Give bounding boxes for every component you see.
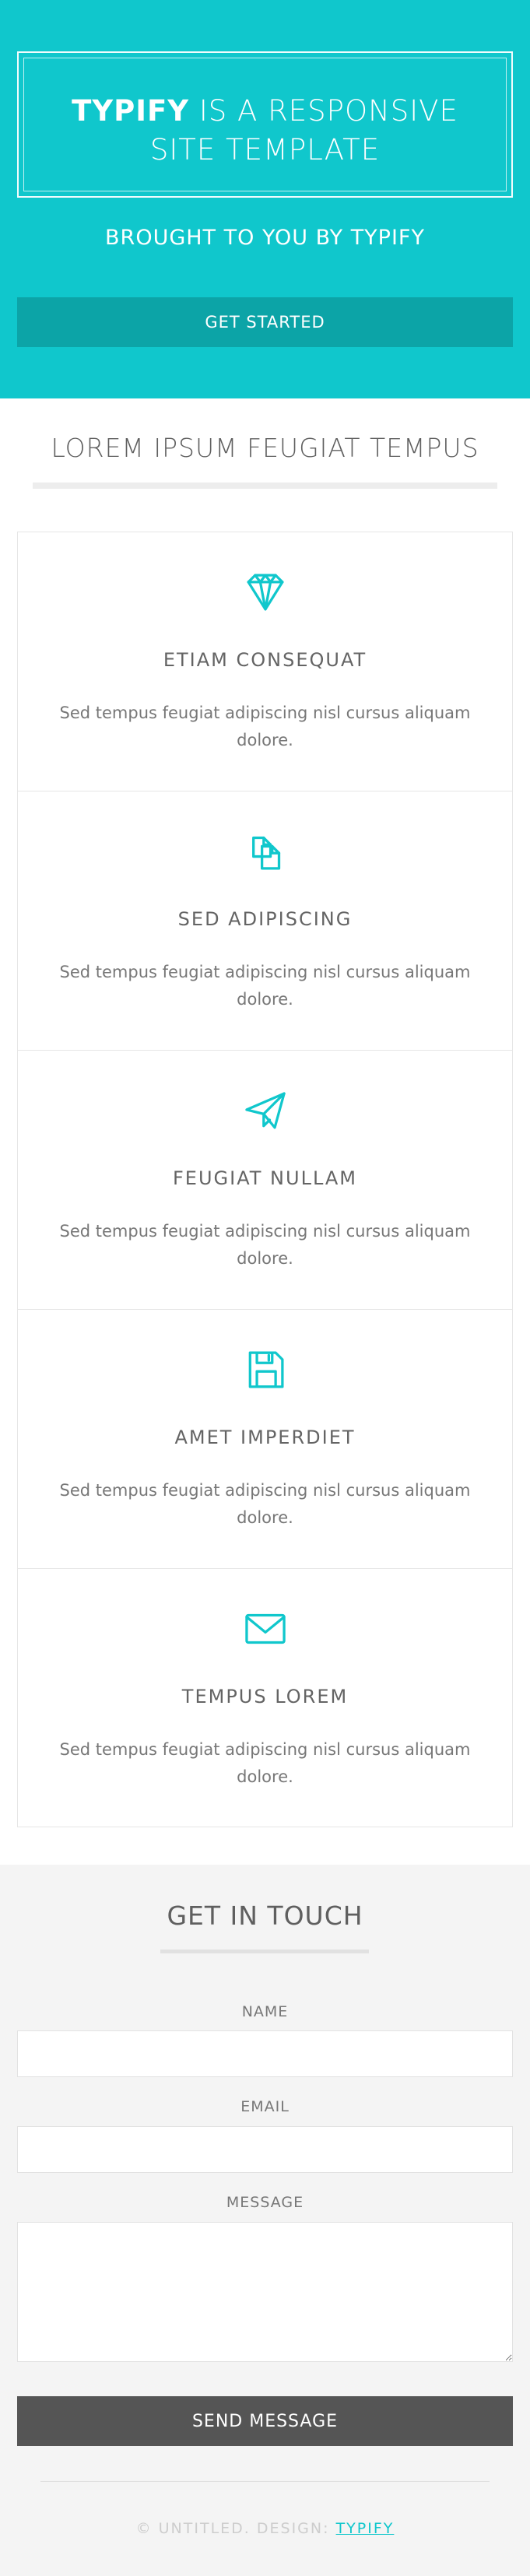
footer-divider — [40, 2481, 490, 2482]
feature-text: Sed tempus feugiat adipiscing nisl cursu… — [59, 1740, 471, 1786]
diamond-icon — [246, 574, 284, 611]
email-field[interactable] — [17, 2126, 513, 2173]
name-label: NAME — [241, 2003, 289, 2020]
feature-title: FEUGIAT NULLAM — [173, 1167, 357, 1189]
section-title: LOREM IPSUM FEUGIAT TEMPUS — [51, 433, 479, 463]
hero-title: TYPIFY IS A RESPONSIVE SITE TEMPLATE — [19, 92, 511, 170]
contact-underline — [160, 1950, 369, 1953]
hero-frame: TYPIFY IS A RESPONSIVE SITE TEMPLATE — [17, 51, 513, 198]
feature-title: SED ADIPISCING — [177, 908, 353, 930]
feature-card: ETIAM CONSEQUAT Sed tempus feugiat adipi… — [18, 532, 512, 791]
feature-title: AMET IMPERDIET — [174, 1427, 356, 1448]
hero-brand: TYPIFY — [72, 94, 190, 128]
message-label: MESSAGE — [226, 2194, 304, 2211]
feature-title: TEMPUS LOREM — [181, 1686, 349, 1707]
footer-text: © UNTITLED. DESIGN: — [135, 2520, 336, 2537]
copy-icon — [251, 836, 280, 870]
paper-plane-icon — [244, 1092, 286, 1129]
footer: © UNTITLED. DESIGN: TYPIFY — [0, 2520, 530, 2537]
feature-card: SED ADIPISCING Sed tempus feugiat adipis… — [18, 791, 512, 1051]
hero-title-rest: IS A RESPONSIVE — [198, 94, 458, 128]
name-field[interactable] — [17, 2030, 513, 2077]
hero-banner: TYPIFY IS A RESPONSIVE SITE TEMPLATE BRO… — [0, 0, 530, 398]
feature-title: ETIAM CONSEQUAT — [163, 649, 367, 671]
feature-card: TEMPUS LOREM Sed tempus feugiat adipisci… — [18, 1569, 512, 1827]
email-label: EMAIL — [240, 2098, 290, 2115]
envelope-icon — [244, 1613, 286, 1644]
hero-title-line2: SITE TEMPLATE — [149, 133, 381, 167]
feature-text: Sed tempus feugiat adipiscing nisl cursu… — [59, 1222, 471, 1268]
send-message-button[interactable]: SEND MESSAGE — [17, 2396, 513, 2446]
feature-text: Sed tempus feugiat adipiscing nisl cursu… — [59, 1481, 471, 1527]
message-field[interactable] — [17, 2222, 513, 2362]
floppy-disk-icon — [248, 1351, 284, 1388]
section-underline — [33, 483, 497, 489]
feature-card: AMET IMPERDIET Sed tempus feugiat adipis… — [18, 1310, 512, 1569]
feature-card: FEUGIAT NULLAM Sed tempus feugiat adipis… — [18, 1051, 512, 1310]
contact-title: GET IN TOUCH — [167, 1900, 363, 1931]
hero-subtitle: BROUGHT TO YOU BY TYPIFY — [105, 226, 425, 250]
get-started-button[interactable]: GET STARTED — [17, 297, 513, 347]
typify-link[interactable]: TYPIFY — [336, 2520, 395, 2537]
contact-section: GET IN TOUCH NAME EMAIL MESSAGE SEND MES… — [0, 1865, 530, 2576]
feature-text: Sed tempus feugiat adipiscing nisl cursu… — [59, 963, 471, 1009]
features-list: ETIAM CONSEQUAT Sed tempus feugiat adipi… — [17, 532, 513, 1827]
feature-text: Sed tempus feugiat adipiscing nisl cursu… — [59, 704, 471, 749]
